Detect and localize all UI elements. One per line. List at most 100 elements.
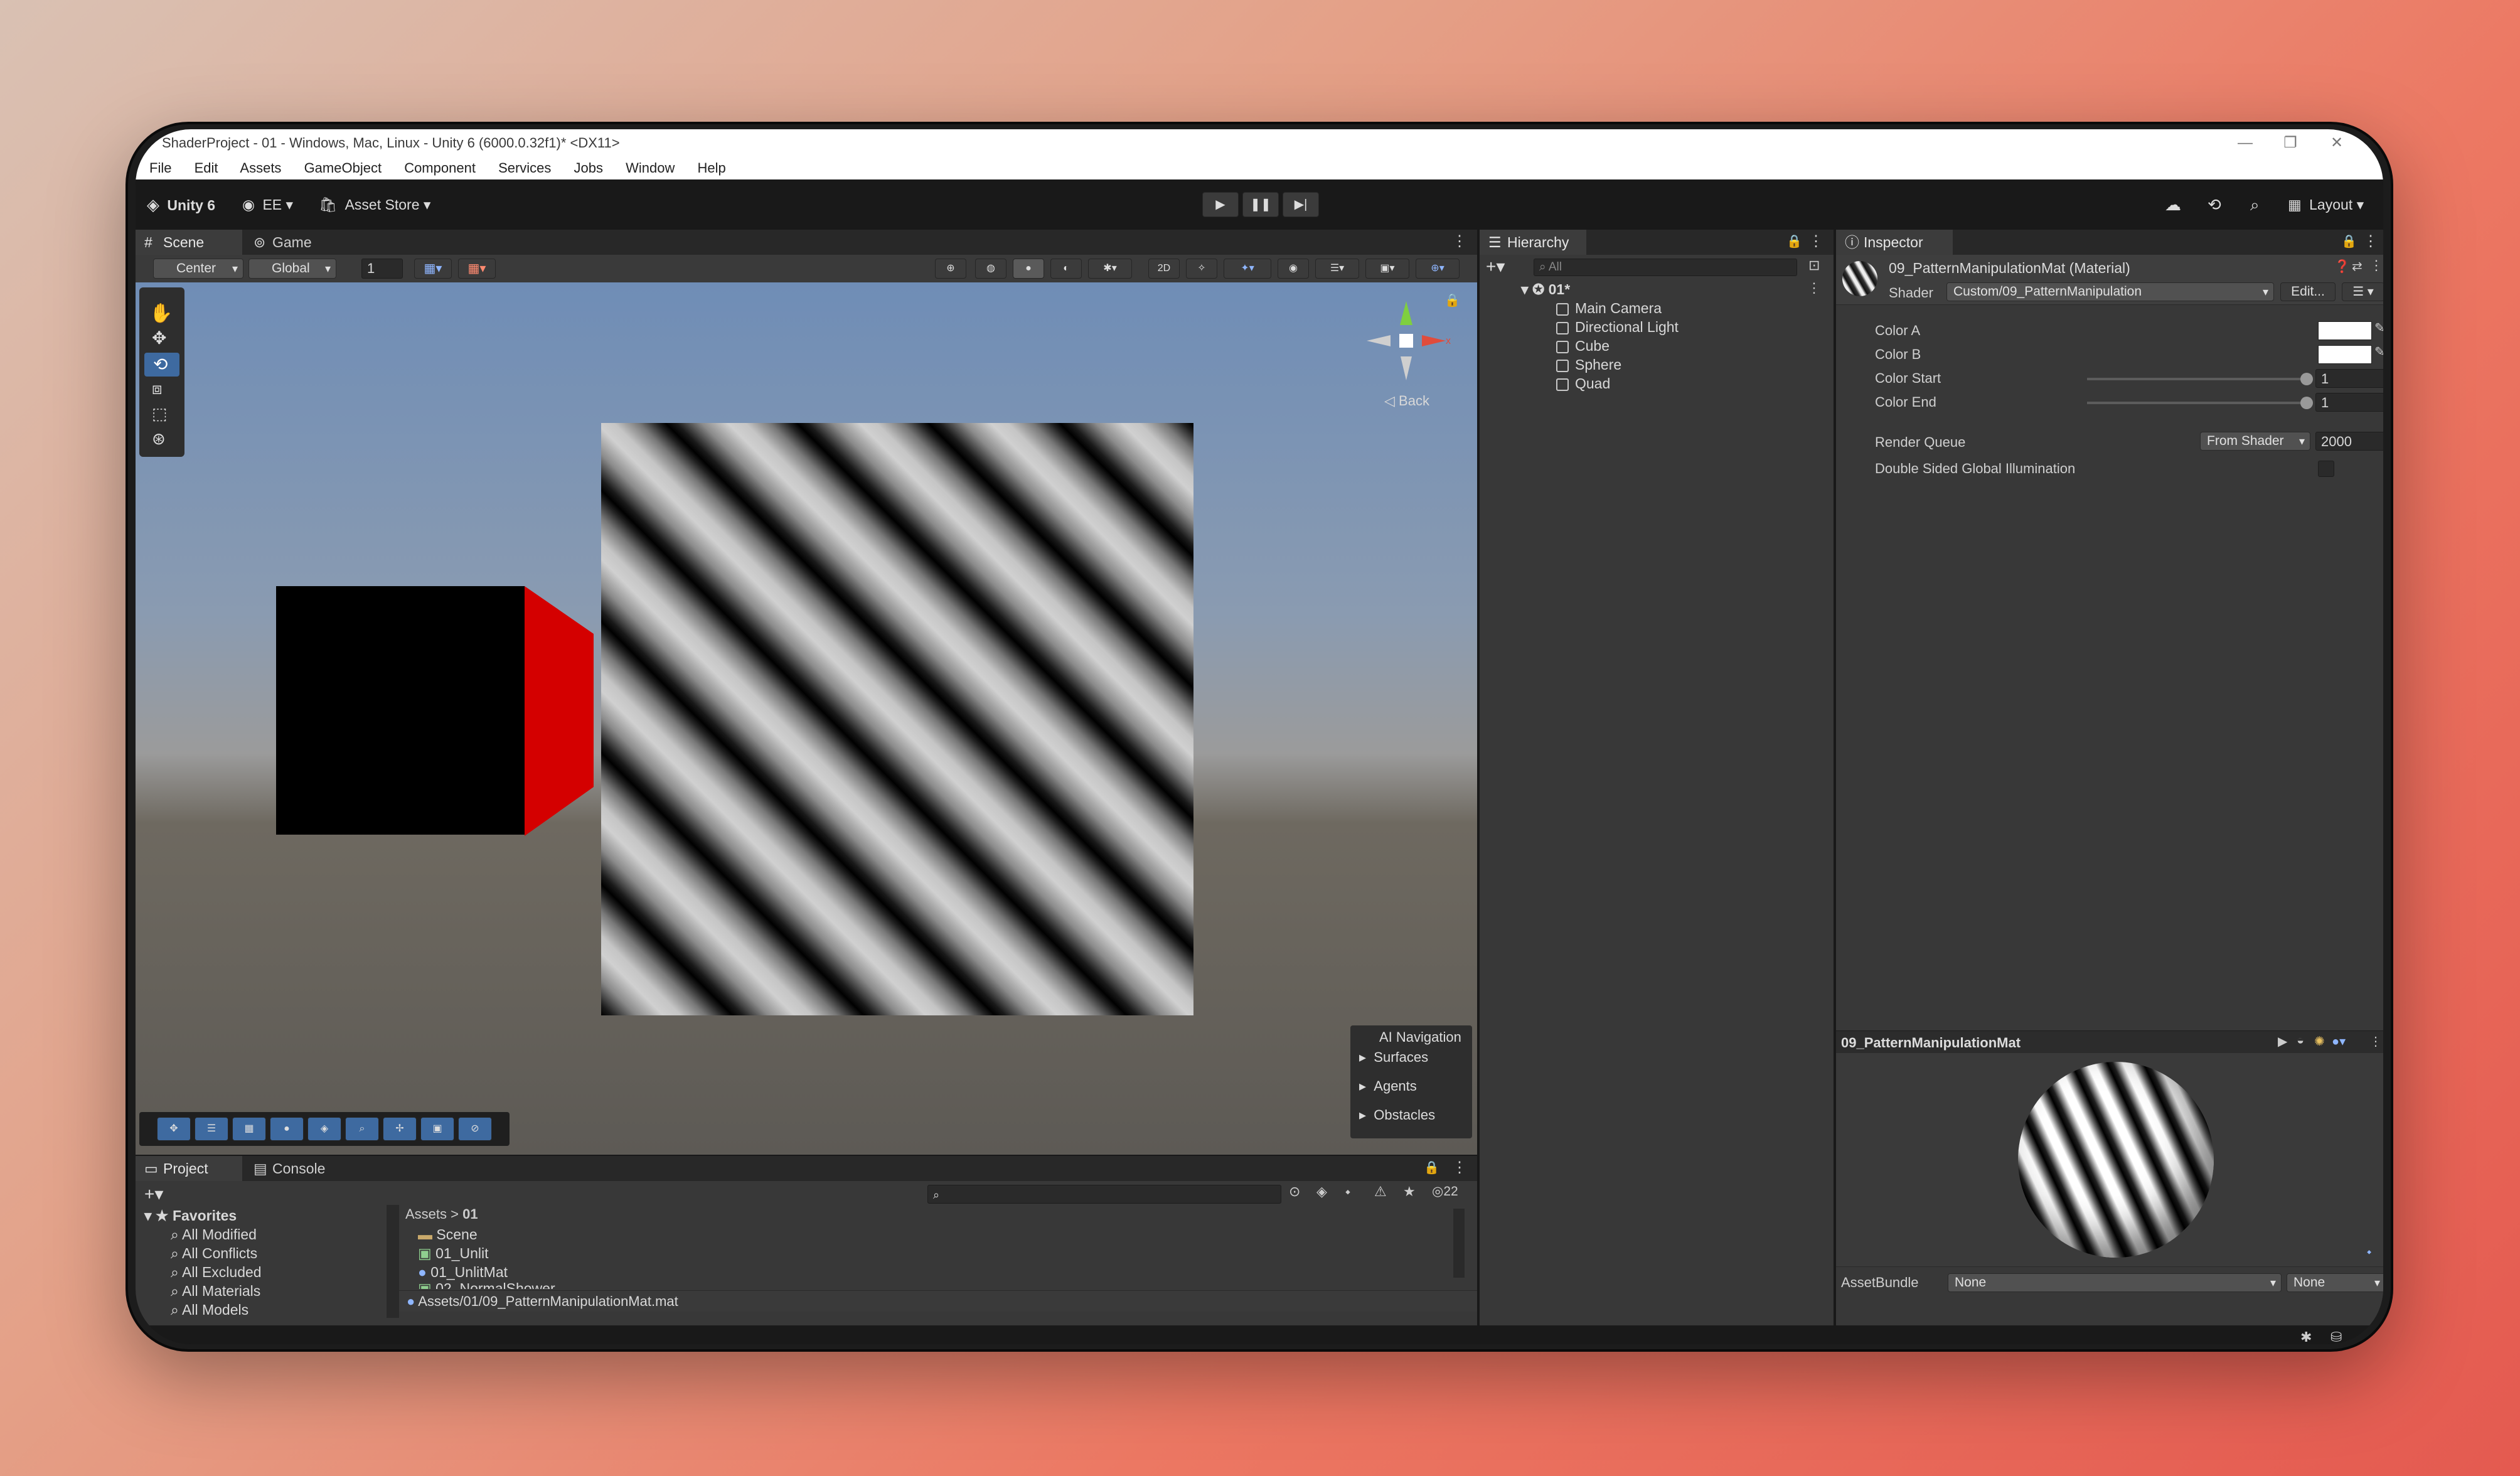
breadcrumb-root[interactable]: Assets <box>405 1206 447 1222</box>
component-menu-icon[interactable]: ⋮ <box>2369 257 2383 274</box>
color-end-field[interactable]: 1 <box>2315 393 2383 412</box>
search-by-type-icon[interactable]: ⊙ <box>1289 1184 1300 1200</box>
hierarchy-menu-icon[interactable]: ⋮ <box>1808 232 1823 250</box>
ai-nav-surfaces[interactable]: ▸ Surfaces <box>1359 1049 1428 1066</box>
hierarchy-item[interactable]: Cube <box>1556 336 1610 355</box>
grid-snap-button[interactable]: ▦▾ <box>414 259 452 279</box>
create-object-button[interactable]: +▾ <box>1486 256 1505 277</box>
preview-shape-icon[interactable]: ◒ <box>2297 1034 2304 1048</box>
hierarchy-search-input[interactable]: ⌕ All <box>1534 259 1797 276</box>
gizmos-dropdown[interactable]: ⊕▾ <box>1416 259 1460 279</box>
assetbundle-dropdown[interactable]: None <box>1948 1273 2282 1292</box>
menu-help[interactable]: Help <box>698 160 726 176</box>
help-icon[interactable]: ❓ <box>2334 259 2350 274</box>
color-a-swatch[interactable] <box>2318 321 2372 340</box>
orientation-gizmo[interactable]: x <box>1359 294 1453 388</box>
overlay-render-button[interactable]: ▣ <box>420 1117 454 1141</box>
tab-scene[interactable]: # Scene <box>136 230 242 255</box>
move-tool-icon[interactable]: ✥ <box>152 328 166 348</box>
file-item[interactable]: ▣ 02_NormalShower <box>418 1279 555 1289</box>
grid-size-field[interactable]: 1 <box>361 259 403 279</box>
menu-component[interactable]: Component <box>404 160 476 176</box>
file-item[interactable]: ▣ 01_Unlit <box>418 1244 489 1263</box>
space-dropdown[interactable]: Global <box>248 259 336 279</box>
file-item[interactable]: ▬ Scene <box>418 1225 478 1244</box>
play-button[interactable]: ▶ <box>1202 192 1239 217</box>
preview-menu-icon[interactable]: ⋮ <box>2369 1034 2382 1049</box>
ai-nav-agents[interactable]: ▸ Agents <box>1359 1078 1417 1094</box>
shaded-button[interactable]: ● <box>1013 259 1044 279</box>
favorites-header[interactable]: ▾ ★ Favorites <box>144 1206 237 1225</box>
scene-viewport[interactable]: ✋ ✥ ⟲ ⧈ ⬚ ⊛ x 🔒 ◁ Back AI Navigation ▸ S… <box>136 282 1477 1155</box>
cube-side-face[interactable] <box>523 586 599 837</box>
dsgi-checkbox[interactable] <box>2318 461 2334 477</box>
overlay-sphere-button[interactable]: ● <box>270 1117 304 1141</box>
gizmo-lock-icon[interactable]: 🔒 <box>1444 292 1460 308</box>
ai-nav-obstacles[interactable]: ▸ Obstacles <box>1359 1107 1435 1123</box>
scene-search-icon[interactable]: ⊡ <box>1808 257 1820 274</box>
cache-status-icon[interactable]: ⛁ <box>2330 1329 2342 1344</box>
color-start-slider-handle[interactable] <box>2300 373 2313 385</box>
breadcrumb-leaf[interactable]: 01 <box>462 1206 478 1222</box>
assetbundle-variant-dropdown[interactable]: None <box>2287 1273 2383 1292</box>
wireframe-button[interactable]: ◍ <box>975 259 1006 279</box>
eyedropper-icon[interactable]: ✎ <box>2374 344 2383 360</box>
visibility-toggle[interactable]: ◉ <box>1278 259 1309 279</box>
scene-options-icon[interactable]: ⋮ <box>1807 280 1821 296</box>
tab-project[interactable]: ▭ Project <box>136 1156 242 1181</box>
favorite-item[interactable]: ⌕ All Excluded <box>171 1263 262 1281</box>
transform-tool-icon[interactable]: ⊛ <box>152 429 166 449</box>
cloud-icon[interactable]: ☁ <box>2165 192 2181 217</box>
tree-scrollbar[interactable] <box>387 1205 399 1318</box>
debug-draw-button[interactable]: ✱▾ <box>1088 259 1132 279</box>
inspector-menu-icon[interactable]: ⋮ <box>2363 232 2378 250</box>
menu-gameobject[interactable]: GameObject <box>304 160 382 176</box>
shader-options-button[interactable]: ☰ ▾ <box>2342 282 2383 301</box>
color-end-slider[interactable] <box>2087 402 2307 404</box>
rect-tool-icon[interactable]: ⬚ <box>152 404 168 424</box>
tag-icon[interactable]: ⬩ <box>1345 1184 1350 1200</box>
asset-store-dropdown[interactable]: 🛍 Asset Store ▾ <box>319 192 430 217</box>
scene-root-item[interactable]: ▾ ✪ 01* <box>1521 280 1570 299</box>
hidden-count[interactable]: ◎22 <box>1432 1184 1458 1199</box>
progress-status-icon[interactable]: ◔ <box>2361 1329 2369 1344</box>
color-start-field[interactable]: 1 <box>2315 369 2383 388</box>
search-icon[interactable]: ⌕ <box>2250 192 2260 217</box>
color-b-swatch[interactable] <box>2318 345 2372 364</box>
warning-icon[interactable]: ⚠ <box>1374 1184 1387 1200</box>
orientation-button[interactable]: ⊕ <box>935 259 966 279</box>
inspector-lock-icon[interactable]: 🔒 <box>2341 233 2357 249</box>
layout-dropdown[interactable]: ▦ Layout ▾ <box>2288 192 2364 217</box>
asset-label-icon[interactable]: ⬩ <box>2367 1245 2371 1259</box>
color-start-slider[interactable] <box>2087 378 2307 380</box>
menu-window[interactable]: Window <box>626 160 675 176</box>
effects-dropdown[interactable]: ✦▾ <box>1224 259 1271 279</box>
pivot-dropdown[interactable]: Center <box>153 259 243 279</box>
project-menu-icon[interactable]: ⋮ <box>1452 1158 1467 1177</box>
menu-services[interactable]: Services <box>498 160 551 176</box>
unlit-button[interactable]: ◐ <box>1050 259 1082 279</box>
increment-snap-button[interactable]: ▦▾ <box>458 259 496 279</box>
maximize-icon[interactable]: ❐ <box>2272 129 2309 157</box>
star-icon[interactable]: ★ <box>1403 1184 1416 1200</box>
preview-sphere-dropdown[interactable]: ●▾ <box>2332 1034 2346 1049</box>
menu-assets[interactable]: Assets <box>240 160 281 176</box>
hierarchy-item[interactable]: Quad <box>1556 374 1610 393</box>
create-asset-button[interactable]: +▾ <box>144 1184 163 1204</box>
tab-inspector[interactable]: ⓘ Inspector <box>1836 230 1953 255</box>
step-button[interactable]: ▶| <box>1283 192 1319 217</box>
search-by-label-icon[interactable]: ◈ <box>1316 1184 1327 1200</box>
color-end-slider-handle[interactable] <box>2300 397 2313 409</box>
layers-dropdown[interactable]: ☰▾ <box>1315 259 1359 279</box>
hierarchy-item[interactable]: Sphere <box>1556 355 1621 374</box>
favorite-item[interactable]: ⌕ All Models <box>171 1300 248 1319</box>
overlay-pivot-button[interactable]: ✢ <box>383 1117 417 1141</box>
hierarchy-item[interactable]: Directional Light <box>1556 318 1679 336</box>
lighting-toggle[interactable]: ✧ <box>1186 259 1217 279</box>
scene-menu-icon[interactable]: ⋮ <box>1452 232 1467 250</box>
preset-icon[interactable]: ⇄ <box>2352 259 2362 274</box>
files-scrollbar[interactable] <box>1453 1209 1465 1278</box>
tab-hierarchy[interactable]: ☰ Hierarchy <box>1480 230 1586 255</box>
history-icon[interactable]: ⟲ <box>2208 192 2221 217</box>
tab-game[interactable]: ⊚ Game <box>245 230 345 255</box>
